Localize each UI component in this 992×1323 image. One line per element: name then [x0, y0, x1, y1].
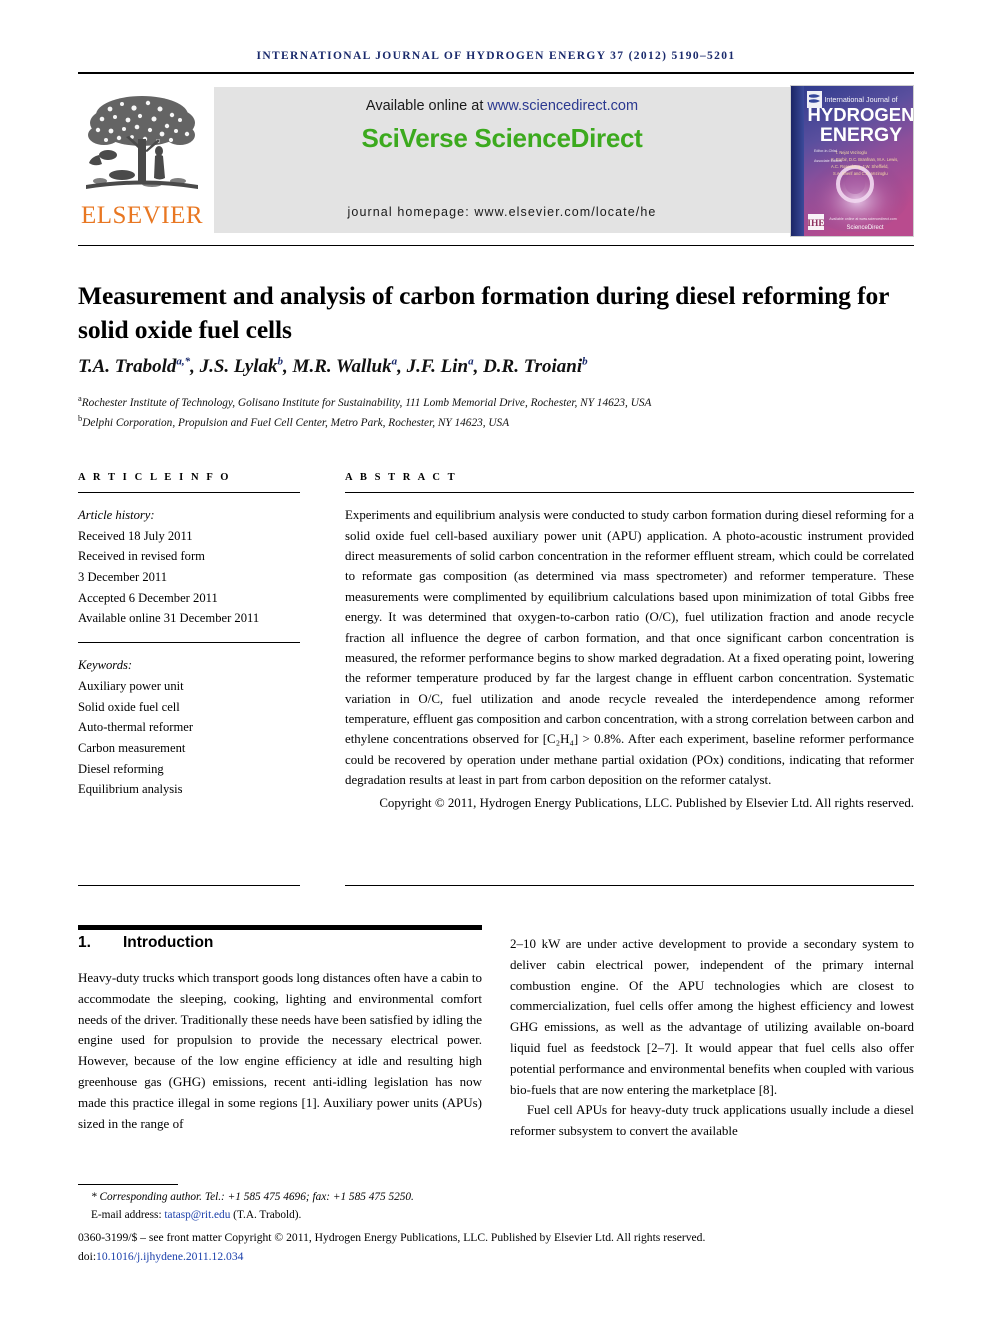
- available-online-label: Available online at: [365, 98, 488, 114]
- page-title: Measurement and analysis of carbon forma…: [78, 281, 889, 344]
- author-affil-marker: a: [468, 356, 474, 368]
- journal-homepage-link[interactable]: journal homepage: www.elsevier.com/locat…: [214, 205, 790, 219]
- keyword-item: Diesel reforming: [78, 761, 164, 776]
- article-history-item: Received in revised form: [78, 549, 205, 564]
- article-history-item: Received 18 July 2011: [78, 528, 193, 543]
- keywords-block: Keywords: Auxiliary power unit Solid oxi…: [78, 655, 300, 799]
- svg-text:Associate Editors: Associate Editors: [814, 159, 842, 163]
- svg-text:ENERGY: ENERGY: [820, 124, 902, 146]
- introduction-right-column: 2–10 kW are under active development to …: [510, 934, 914, 1142]
- sciencedirect-band: Available online at www.sciencedirect.co…: [214, 87, 790, 233]
- affiliation-text: Delphi Corporation, Propulsion and Fuel …: [82, 416, 510, 429]
- email-link[interactable]: tatasp@rit.edu: [164, 1209, 230, 1221]
- journal-cover-thumbnail: International Journal of HYDROGEN ENERGY…: [790, 85, 914, 237]
- affiliation-text: Rochester Institute of Technology, Golis…: [81, 396, 652, 409]
- author-name: J.S. Lylak: [199, 356, 278, 378]
- article-history-label: Article history:: [78, 508, 155, 523]
- author-entry: J.S. Lylakb: [200, 356, 283, 377]
- svg-text:International Journal of: International Journal of: [824, 95, 897, 104]
- introduction-left-column: Heavy-duty trucks which transport goods …: [78, 968, 482, 1134]
- email-label: E-mail address:: [91, 1208, 165, 1221]
- introduction-paragraph: Fuel cell APUs for heavy-duty truck appl…: [510, 1102, 914, 1139]
- author-name: J.F. Lin: [406, 356, 469, 378]
- article-history-item: Available online 31 December 2011: [78, 611, 260, 626]
- keyword-item: Carbon measurement: [78, 740, 186, 755]
- svg-text:ScienceDirect: ScienceDirect: [846, 225, 883, 231]
- email-line: E-mail address: tatasp@rit.edu (T.A. Tra…: [78, 1207, 914, 1225]
- available-online-line: Available online at www.sciencedirect.co…: [214, 98, 790, 114]
- article-info-divider: [78, 642, 300, 644]
- svg-text:Editor-in-Chief: Editor-in-Chief: [814, 149, 837, 153]
- introduction-paragraph: 2–10 kW are under active development to …: [510, 936, 914, 1097]
- keywords-label: Keywords:: [78, 658, 133, 673]
- svg-text:A.C. Rosenberg, J.W. Sheffield: A.C. Rosenberg, J.W. Sheffield,: [831, 164, 889, 169]
- author-affil-marker: a,*: [176, 356, 191, 368]
- elsevier-wordmark: ELSEVIER: [80, 202, 204, 229]
- keyword-item: Equilibrium analysis: [78, 782, 183, 797]
- abstract-text: Experiments and equilibrium analysis wer…: [345, 508, 914, 788]
- svg-text:T. Nejat Veziroglu: T. Nejat Veziroglu: [835, 150, 867, 155]
- doi-line: doi:10.1016/j.ijhydene.2011.12.034: [78, 1248, 914, 1267]
- masthead-rule: [78, 245, 914, 247]
- article-history-item: Accepted 6 December 2011: [78, 590, 218, 605]
- footer-legal: 0360-3199/$ – see front matter Copyright…: [78, 1229, 914, 1267]
- keyword-item: Solid oxide fuel cell: [78, 699, 180, 714]
- affiliation-item: bDelphi Corporation, Propulsion and Fuel…: [78, 412, 918, 432]
- svg-text:Available online at www.scienc: Available online at www.sciencedirect.co…: [829, 217, 896, 221]
- section-number: 1.: [78, 934, 91, 951]
- abstract-bottom-rule: [345, 885, 914, 887]
- corresponding-author-line: * Corresponding author. Tel.: +1 585 475…: [91, 1191, 414, 1203]
- author-entry: J.F. Lina: [407, 356, 474, 377]
- author-entry: M.R. Walluka: [293, 356, 398, 377]
- introduction-heading: 1. Introduction: [78, 934, 482, 952]
- affiliation-item: aRochester Institute of Technology, Goli…: [78, 392, 918, 412]
- author-name: M.R. Walluk: [292, 356, 392, 378]
- sciverse-sciencedirect-logo: SciVerse ScienceDirect: [361, 123, 643, 153]
- author-affil-marker: b: [582, 356, 588, 368]
- issn-copyright-line: 0360-3199/$ – see front matter Copyright…: [78, 1231, 706, 1244]
- article-info-bottom-rule: [78, 885, 300, 887]
- article-info-column: A R T I C L E I N F O Article history: R…: [78, 472, 300, 800]
- abstract-column: A B S T R A C T Experiments and equilibr…: [345, 472, 914, 813]
- author-list: T.A. Trabolda,*, J.S. Lylakb, M.R. Wallu…: [78, 356, 588, 378]
- svg-text:IHE: IHE: [807, 219, 824, 229]
- abstract-heading: A B S T R A C T: [345, 472, 458, 483]
- article-info-heading-rule: [78, 492, 300, 494]
- abstract-heading-rule: [345, 492, 914, 494]
- svg-text:S.A. Sherif and C.A. Veziroglu: S.A. Sherif and C.A. Veziroglu: [833, 171, 888, 176]
- doi-value[interactable]: 10.1016/j.ijhydene.2011.12.034: [96, 1250, 243, 1263]
- author-entry: T.A. Trabolda,*: [78, 356, 190, 377]
- author-name: D.R. Troiani: [483, 356, 583, 378]
- author-affil-marker: a: [391, 356, 398, 368]
- article-history-block: Article history: Received 18 July 2011 R…: [78, 505, 300, 629]
- corresponding-author-note: * Corresponding author. Tel.: +1 585 475…: [78, 1189, 914, 1225]
- section-title: Introduction: [123, 934, 214, 951]
- svg-text:HYDROGEN: HYDROGEN: [808, 104, 914, 125]
- keyword-item: Auto-thermal reformer: [78, 720, 194, 735]
- email-suffix: (T.A. Trabold).: [230, 1208, 302, 1221]
- elsevier-tree-icon: [86, 96, 198, 189]
- journal-cover-art: International Journal of HYDROGEN ENERGY…: [791, 86, 914, 236]
- author-name: T.A. Trabold: [78, 356, 177, 378]
- doi-label: doi:: [78, 1249, 97, 1263]
- journal-running-head: International Journal of Hydrogen Energy…: [256, 50, 736, 62]
- introduction-paragraph: Heavy-duty trucks which transport goods …: [78, 970, 482, 1131]
- article-info-heading: A R T I C L E I N F O: [78, 472, 232, 483]
- keyword-item: Auxiliary power unit: [78, 678, 184, 693]
- footnote-rule: [78, 1184, 178, 1186]
- masthead: ELSEVIER Available online at www.science…: [78, 85, 914, 237]
- elsevier-logo: ELSEVIER: [78, 85, 206, 237]
- header-rule: [78, 72, 914, 74]
- article-history-item: 3 December 2011: [78, 570, 168, 585]
- affiliation-list: aRochester Institute of Technology, Goli…: [78, 392, 918, 432]
- sciencedirect-url[interactable]: www.sciencedirect.com: [487, 98, 638, 114]
- section-heading-bar: [78, 925, 482, 930]
- author-entry: D.R. Troianib: [483, 356, 588, 377]
- author-affil-marker: b: [277, 356, 284, 368]
- abstract-copyright: Copyright © 2011, Hydrogen Energy Public…: [379, 795, 914, 810]
